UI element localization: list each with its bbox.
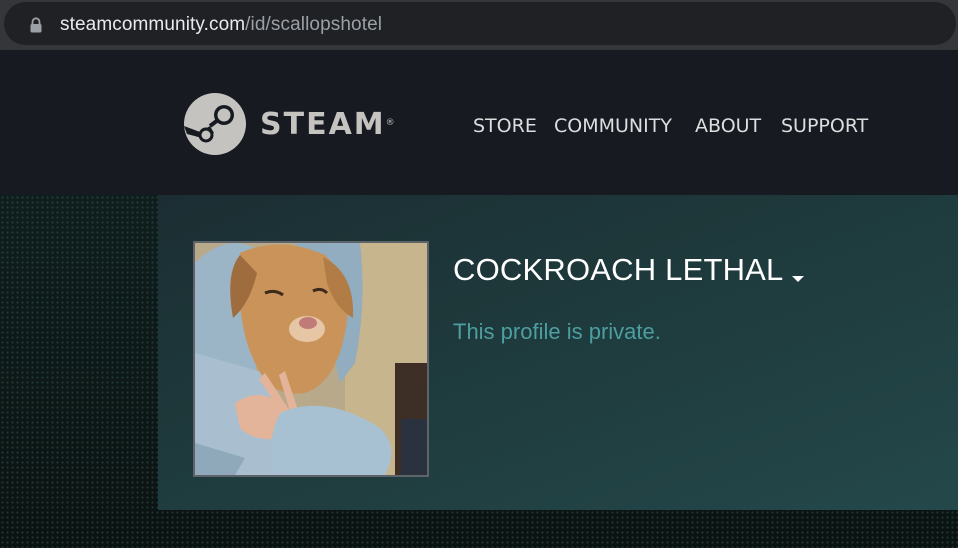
address-field[interactable]: steamcommunity.com/id/scallopshotel [4,2,956,45]
steam-wordmark[interactable]: STEAM® [260,108,395,142]
url-host: steamcommunity.com [60,14,246,35]
brand-name: STEAM [260,107,386,142]
persona-name-text: COCKROACH LETHAL [453,252,784,287]
nav-support[interactable]: SUPPORT [781,115,868,137]
browser-address-bar: steamcommunity.com/id/scallopshotel [0,0,958,50]
avatar-image [195,243,427,475]
steam-logo-icon[interactable] [184,93,246,155]
profile-persona-name[interactable]: COCKROACH LETHAL [453,252,804,288]
profile-private-message: This profile is private. [453,319,661,344]
caret-down-icon[interactable] [791,276,804,282]
url-text[interactable]: steamcommunity.com/id/scallopshotel [60,14,382,36]
registered-mark: ® [385,118,395,128]
lock-icon[interactable] [29,17,43,33]
nav-about[interactable]: ABOUT [695,115,761,137]
nav-store[interactable]: STORE [473,115,537,137]
url-path: /id/scallopshotel [245,14,383,35]
steam-header: STEAM® STORE COMMUNITY ABOUT SUPPORT [0,50,958,195]
nav-community[interactable]: COMMUNITY [554,115,672,137]
profile-avatar[interactable] [193,241,429,477]
